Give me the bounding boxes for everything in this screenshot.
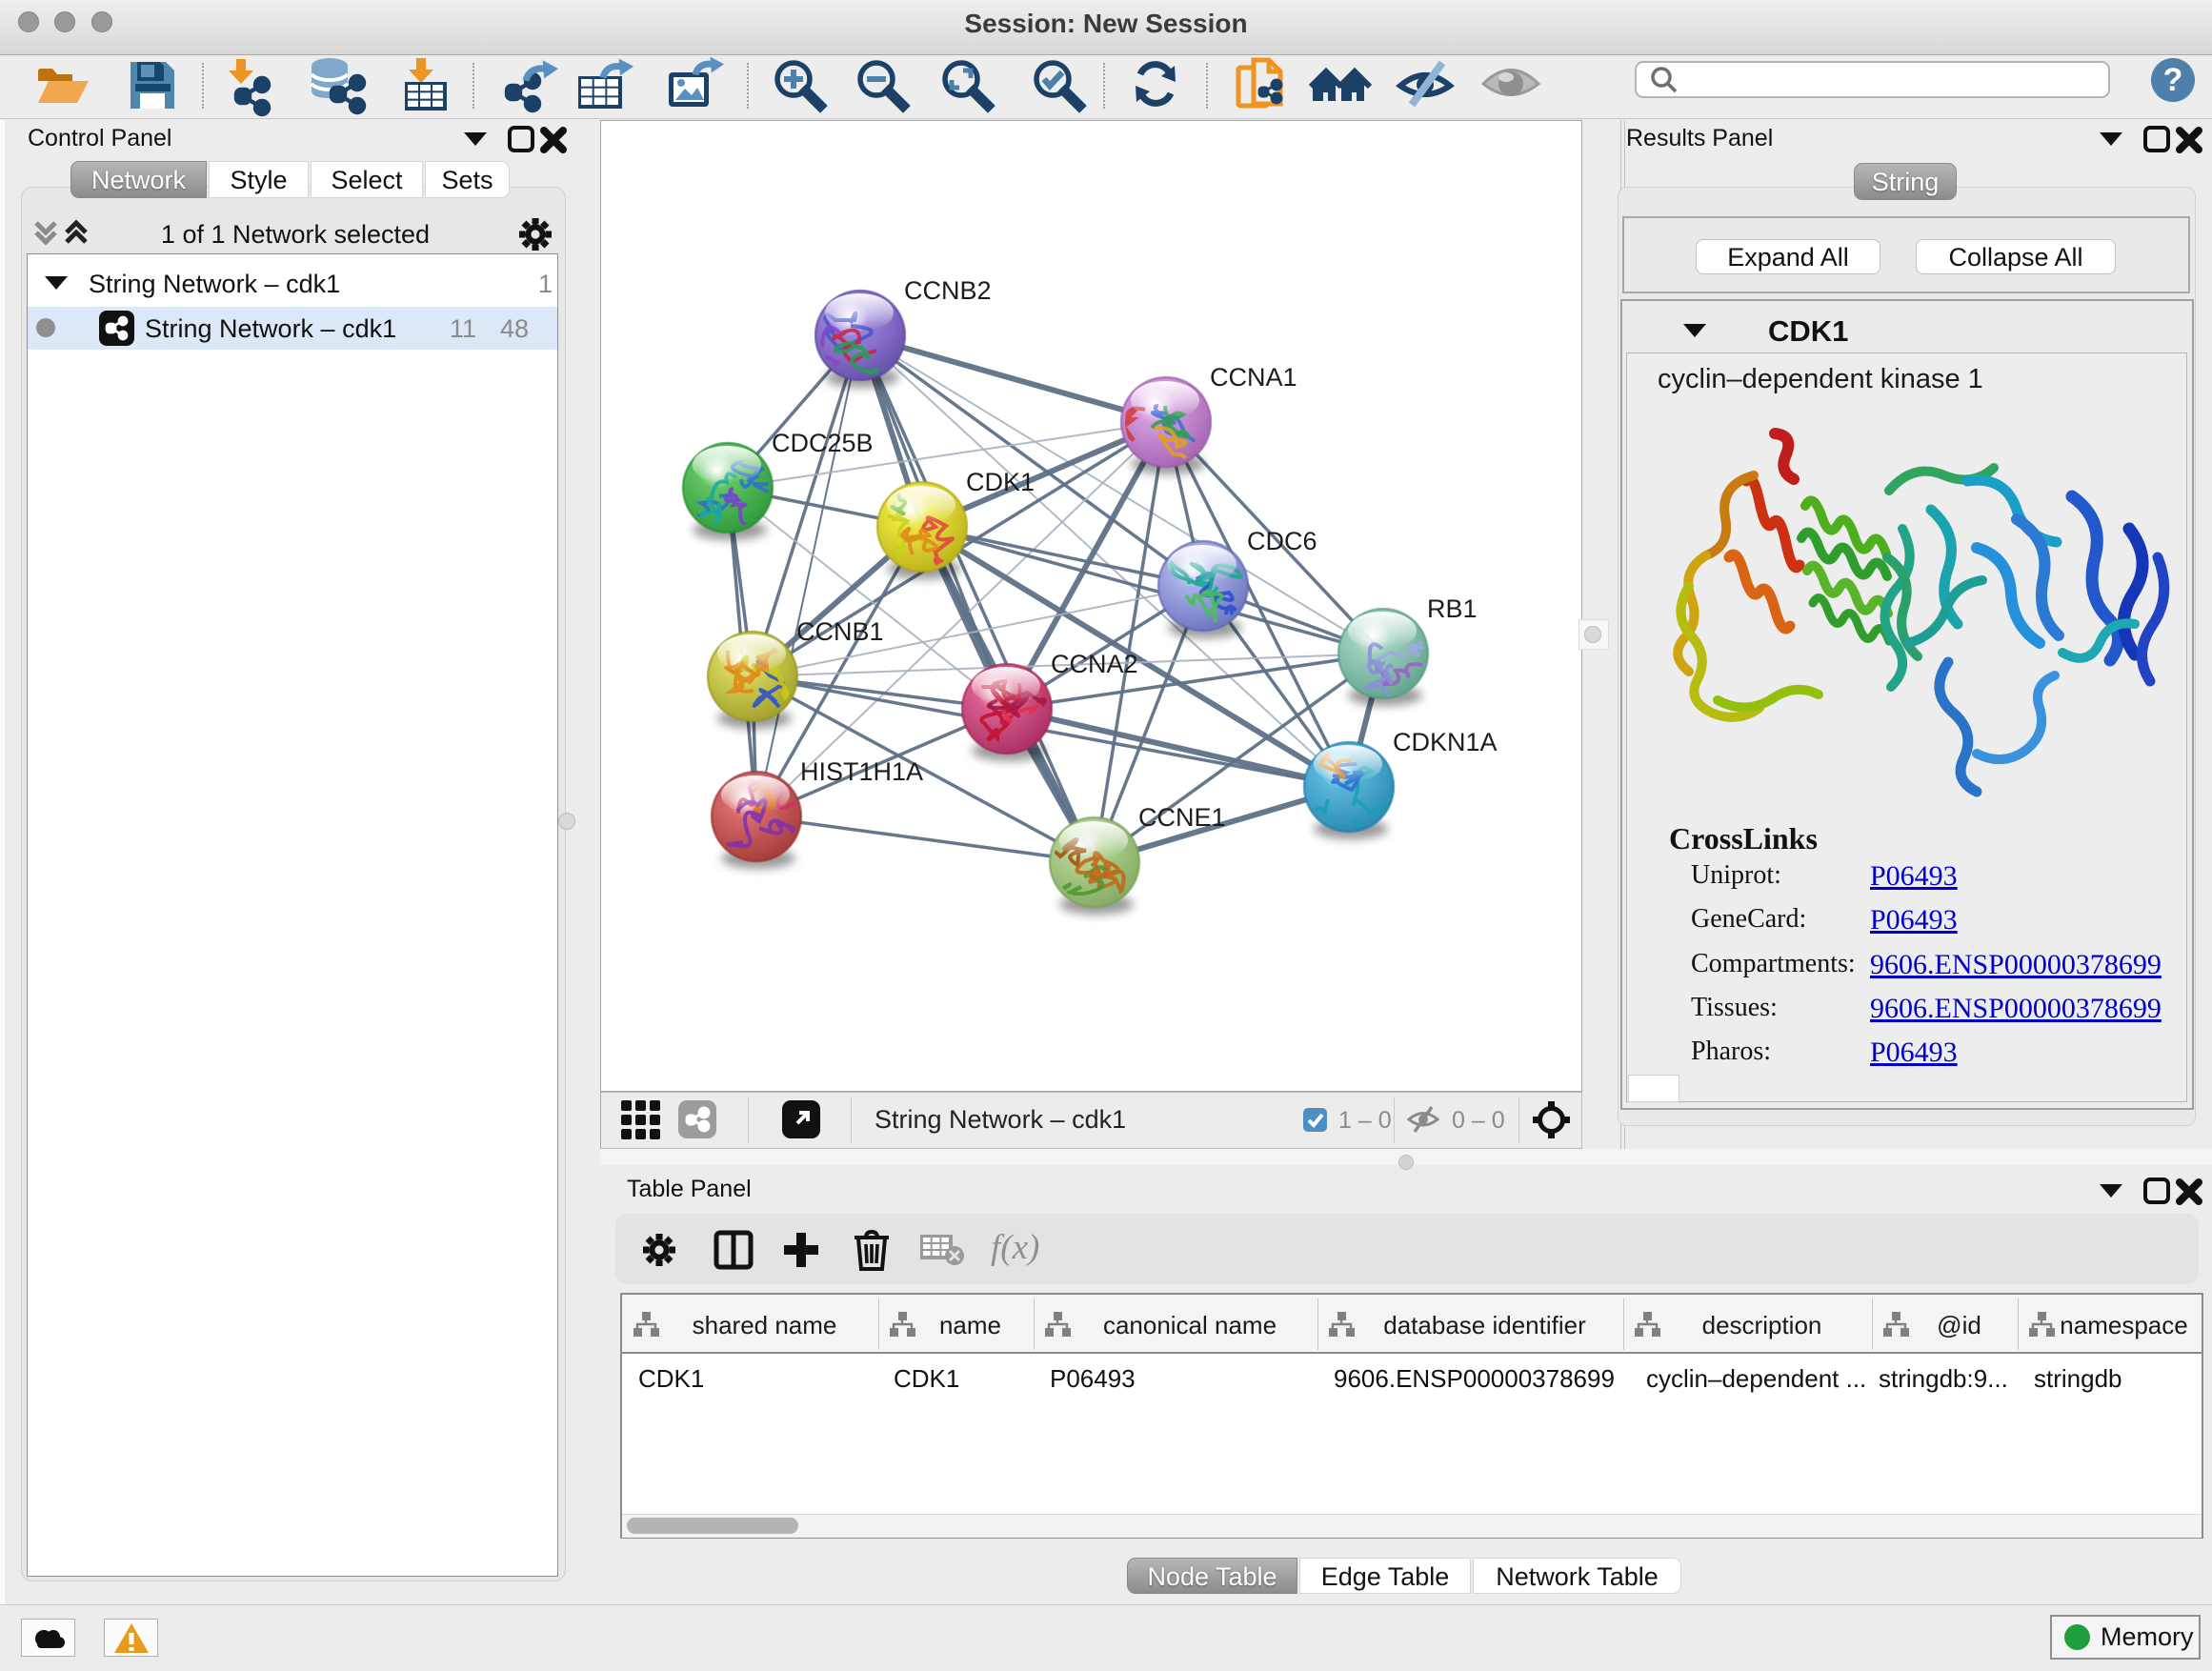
svg-text:HIST1H1A: HIST1H1A	[800, 757, 923, 786]
svg-text:CCNB1: CCNB1	[796, 617, 884, 646]
svg-text:CDC25B: CDC25B	[772, 429, 874, 457]
svg-text:CCNA1: CCNA1	[1210, 363, 1297, 392]
svg-text:CCNA2: CCNA2	[1051, 650, 1138, 678]
svg-text:CDKN1A: CDKN1A	[1393, 728, 1498, 756]
svg-text:CDK1: CDK1	[966, 468, 1035, 496]
svg-text:CCNB2: CCNB2	[904, 276, 992, 305]
svg-text:RB1: RB1	[1427, 594, 1478, 623]
svg-text:CDC6: CDC6	[1247, 527, 1317, 555]
svg-text:CCNE1: CCNE1	[1138, 803, 1226, 832]
